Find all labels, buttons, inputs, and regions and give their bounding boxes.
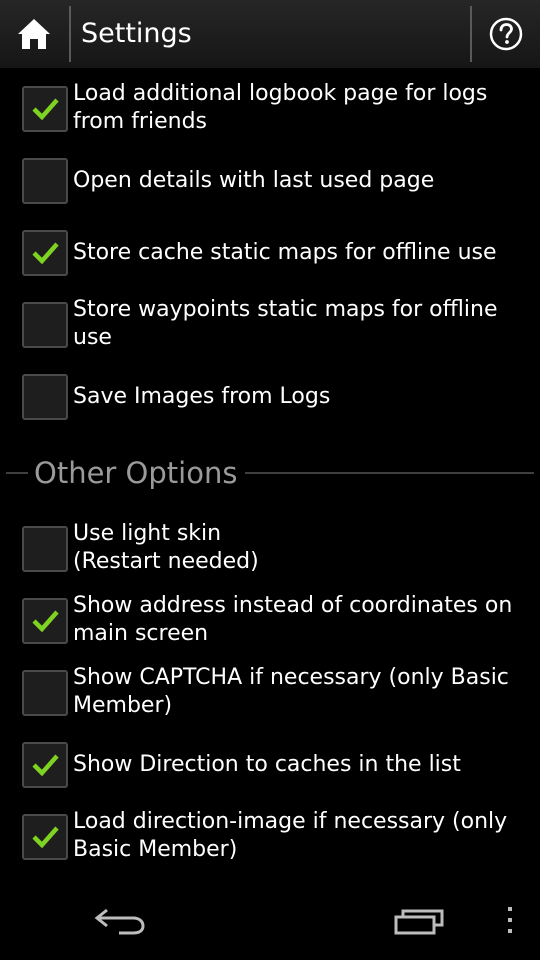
checkmark-icon (32, 610, 59, 633)
checkbox[interactable] (22, 742, 68, 788)
option-row[interactable]: Save Images from Logs (0, 374, 540, 420)
overflow-menu-icon (508, 907, 512, 933)
help-circle-icon (489, 17, 523, 51)
checkbox[interactable] (22, 814, 68, 860)
back-arrow-icon (94, 908, 145, 935)
option-row[interactable]: Show address instead of coordinates on ma… (0, 592, 540, 648)
option-label: Store cache static maps for offline use (73, 240, 497, 265)
checkbox[interactable] (22, 526, 68, 572)
option-row[interactable]: Load additional logbook page for logs fro… (0, 80, 540, 136)
checkbox[interactable] (22, 374, 68, 420)
checkbox[interactable] (22, 158, 68, 204)
overflow-menu-button[interactable] (490, 880, 530, 960)
option-row[interactable]: Use light skin (Restart needed) (0, 520, 540, 576)
option-row[interactable]: Load direction-image if necessary (only B… (0, 808, 540, 864)
option-label: Load direction-image if necessary (only B… (73, 809, 508, 862)
checkmark-icon (32, 754, 59, 777)
section-title: Other Options (34, 456, 238, 490)
option-label: Open details with last used page (73, 168, 435, 193)
option-label: Save Images from Logs (73, 384, 331, 409)
option-label: Show Direction to caches in the list (73, 752, 461, 777)
home-button[interactable] (0, 0, 68, 68)
section-header: Other Options (0, 453, 540, 493)
checkbox[interactable] (22, 230, 68, 276)
section-divider (6, 472, 28, 474)
page-title: Settings (81, 18, 192, 49)
action-bar: Settings (0, 0, 540, 69)
option-row[interactable]: Store waypoints static maps for offline u… (0, 296, 540, 352)
option-row[interactable]: Show Direction to caches in the list (0, 742, 540, 788)
settings-list[interactable]: Load additional logbook page for logs fro… (0, 68, 540, 880)
option-label: Store waypoints static maps for offline u… (73, 297, 498, 350)
checkbox[interactable] (22, 302, 68, 348)
section-divider (245, 472, 534, 474)
recent-apps-button[interactable] (380, 880, 460, 960)
checkmark-icon (32, 98, 59, 121)
checkbox[interactable] (22, 670, 68, 716)
navigation-bar (0, 880, 540, 960)
home-icon (18, 19, 50, 49)
checkmark-icon (32, 826, 59, 849)
help-button[interactable] (472, 0, 540, 68)
divider (69, 6, 71, 62)
option-row[interactable]: Open details with last used page (0, 158, 540, 204)
option-label: Show address instead of coordinates on ma… (73, 593, 513, 646)
recent-apps-icon (394, 909, 444, 935)
option-row[interactable]: Show CAPTCHA if necessary (only Basic Mem… (0, 664, 540, 720)
option-label: Load additional logbook page for logs fro… (73, 81, 488, 134)
option-row[interactable]: Store cache static maps for offline use (0, 230, 540, 276)
option-label: Show CAPTCHA if necessary (only Basic Mem… (73, 665, 509, 718)
checkbox[interactable] (22, 86, 68, 132)
checkmark-icon (32, 242, 59, 265)
checkbox[interactable] (22, 598, 68, 644)
option-label: Use light skin (Restart needed) (73, 521, 259, 574)
back-button[interactable] (80, 880, 160, 960)
